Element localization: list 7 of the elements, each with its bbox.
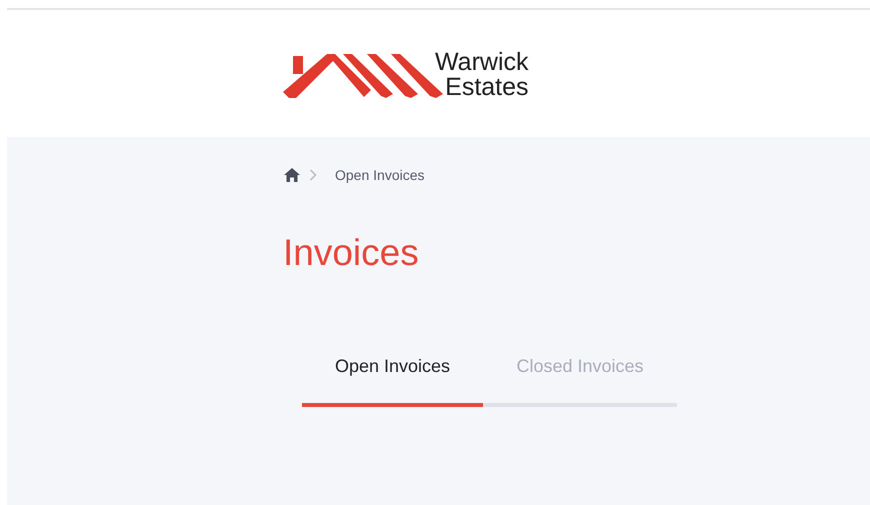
- home-icon[interactable]: [283, 167, 301, 183]
- chevron-right-icon: [309, 169, 317, 181]
- page-title: Invoices: [283, 231, 420, 275]
- breadcrumb-item[interactable]: Open Invoices: [335, 164, 424, 186]
- tab[interactable]: Open Invoices: [302, 351, 483, 407]
- logo-text: Estates: [445, 74, 529, 100]
- logo-text: Warwick: [435, 50, 529, 74]
